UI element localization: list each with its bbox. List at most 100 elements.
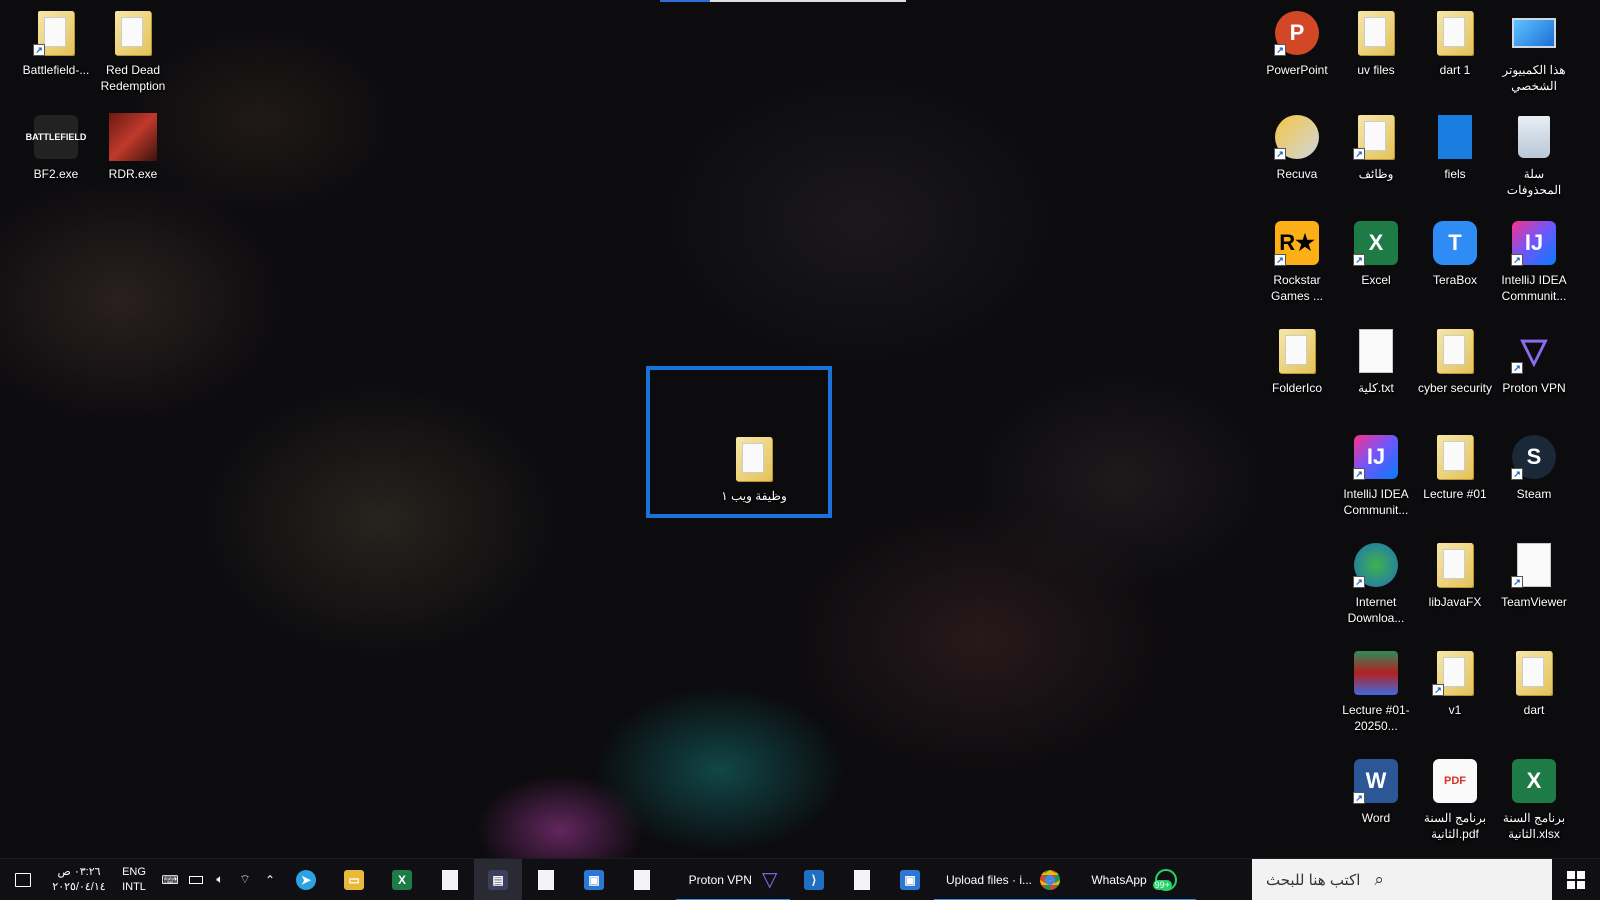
desktop-icon[interactable]: libJavaFX bbox=[1416, 540, 1494, 610]
desktop-icon[interactable]: fiels bbox=[1416, 112, 1494, 182]
desktop-icon[interactable]: Lecture #01 bbox=[1416, 432, 1494, 502]
desktop-icon[interactable]: ↗ Battlefield-... bbox=[17, 8, 95, 78]
taskbar-pinned-app[interactable] bbox=[522, 859, 570, 900]
taskbar-pinned-app[interactable]: ➤ bbox=[282, 859, 330, 900]
desktop-icon[interactable]: T TeraBox bbox=[1416, 218, 1494, 288]
language-indicator[interactable]: ENG INTL bbox=[112, 859, 156, 900]
taskbar-whatsapp-label: WhatsApp bbox=[1091, 872, 1147, 887]
desktop-icon[interactable]: BATTLEFIELD BF2.exe bbox=[17, 112, 95, 182]
desktop-icon[interactable]: Red Dead Redemption bbox=[94, 8, 172, 94]
desktop-icon[interactable]: X ↗ Excel bbox=[1337, 218, 1415, 288]
taskbar-pinned-app[interactable] bbox=[426, 859, 474, 900]
desktop-icon[interactable]: ↗ Recuva bbox=[1258, 112, 1336, 182]
desktop-icon[interactable]: dart bbox=[1495, 648, 1573, 718]
monitor-app-icon: ▤ bbox=[488, 869, 508, 890]
desktop-icon-label: v1 bbox=[1448, 703, 1462, 717]
battery-button[interactable] bbox=[184, 859, 208, 900]
search-placeholder: اكتب هنا للبحث bbox=[1266, 872, 1361, 889]
vscode-icon: ⟩ bbox=[804, 869, 824, 890]
taskbar-pinned-app[interactable] bbox=[838, 859, 886, 900]
touch-keyboard-button[interactable]: ⌨ bbox=[156, 859, 184, 900]
desktop-icon[interactable]: X برنامج السنة الثانية.xlsx bbox=[1495, 756, 1573, 842]
steam-icon: S ↗ bbox=[1509, 432, 1559, 482]
window-app-icon: ▣ bbox=[584, 869, 604, 890]
shortcut-arrow-icon: ↗ bbox=[1353, 792, 1365, 804]
folder-icon bbox=[1430, 540, 1480, 590]
taskbar-whatsapp[interactable]: WhatsApp 99+ bbox=[1072, 859, 1196, 900]
desktop-icon-label: IntelliJ IDEA Communit... bbox=[1501, 273, 1567, 303]
file-shortcut-icon: ↗ bbox=[1509, 540, 1559, 590]
desktop-icon-label: fiels bbox=[1444, 167, 1466, 181]
winrar-icon bbox=[1351, 648, 1401, 698]
desktop-icon-label: Battlefield-... bbox=[22, 63, 90, 77]
desktop-icon[interactable]: RDR.exe bbox=[94, 112, 172, 182]
edge-folder-icon: ↗ bbox=[1430, 648, 1480, 698]
taskbar-proton-vpn[interactable]: Proton VPN ▽ bbox=[676, 859, 790, 900]
desktop-icon[interactable]: R★ ↗ Rockstar Games ... bbox=[1258, 218, 1336, 304]
action-center-button[interactable] bbox=[0, 859, 46, 900]
taskbar-pinned-app[interactable] bbox=[618, 859, 666, 900]
desktop-icon[interactable]: W ↗ Word bbox=[1337, 756, 1415, 826]
desktop-icon[interactable]: Lecture #01-20250... bbox=[1337, 648, 1415, 734]
desktop-icon[interactable]: dart 1 bbox=[1416, 8, 1494, 78]
desktop-icon[interactable]: uv files bbox=[1337, 8, 1415, 78]
excel-file-icon: X bbox=[1509, 756, 1559, 806]
clock-date: ٢٠٢٥/٠٤/١٤ bbox=[52, 880, 106, 893]
taskbar-search-box[interactable]: ⌕ اكتب هنا للبحث bbox=[1252, 859, 1552, 900]
network-button[interactable]: ⌔ bbox=[232, 859, 258, 900]
intellij-icon: IJ ↗ bbox=[1509, 218, 1559, 268]
desktop-icon-selected-folder[interactable]: وظيفة ويب ١ bbox=[714, 434, 794, 504]
desktop-icon-label: TeraBox bbox=[1432, 273, 1478, 287]
desktop-icon[interactable]: S ↗ Steam bbox=[1495, 432, 1573, 502]
desktop-icon[interactable]: هذا الكمبيوتر الشخصي bbox=[1495, 8, 1573, 94]
shortcut-arrow-icon: ↗ bbox=[1274, 44, 1286, 56]
desktop-icon[interactable]: ↗ v1 bbox=[1416, 648, 1494, 718]
keyboard-layout: INTL bbox=[122, 880, 146, 893]
desktop-icon[interactable]: P ↗ PowerPoint bbox=[1258, 8, 1336, 78]
desktop-icon[interactable]: كلية.txt bbox=[1337, 326, 1415, 396]
shortcut-arrow-icon: ↗ bbox=[1511, 254, 1523, 266]
desktop-icon-label: dart 1 bbox=[1439, 63, 1471, 77]
windows-logo-icon bbox=[1567, 871, 1585, 889]
clock-time: ٠٣:٢٦ ص bbox=[57, 865, 101, 878]
show-hidden-icons-button[interactable]: ⌃ bbox=[258, 859, 282, 900]
desktop-icon-label: Lecture #01 bbox=[1423, 487, 1487, 501]
desktop-icon[interactable]: IJ ↗ IntelliJ IDEA Communit... bbox=[1337, 432, 1415, 518]
taskbar-pinned-app[interactable]: ▭ bbox=[330, 859, 378, 900]
start-button[interactable] bbox=[1552, 859, 1600, 900]
desktop-icon[interactable]: ↗ Internet Downloa... bbox=[1337, 540, 1415, 626]
desktop-icon[interactable]: PDF برنامج السنة الثانية.pdf bbox=[1416, 756, 1494, 842]
taskbar-pinned-app[interactable]: X bbox=[378, 859, 426, 900]
shortcut-arrow-icon: ↗ bbox=[1353, 254, 1365, 266]
blue-file-icon bbox=[1430, 112, 1480, 162]
taskbar-vscode[interactable]: ⟩ bbox=[790, 859, 838, 900]
desktop-icon-label: Lecture #01-20250... bbox=[1342, 703, 1410, 733]
idm-icon: ↗ bbox=[1351, 540, 1401, 590]
pdf-file-icon: PDF bbox=[1430, 756, 1480, 806]
taskbar-pinned-app[interactable]: ▣ bbox=[570, 859, 618, 900]
taskbar-pinned-app[interactable]: ▣ bbox=[886, 859, 934, 900]
desktop: وظيفة ويب ١ ↗ Battlefield-... Red Dead Red… bbox=[0, 0, 1600, 858]
desktop-icon[interactable]: FolderIco bbox=[1258, 326, 1336, 396]
desktop-icon[interactable]: سلة المحذوفات bbox=[1495, 112, 1573, 198]
taskbar-pinned-app[interactable]: ▤ bbox=[474, 858, 522, 900]
recuva-icon: ↗ bbox=[1272, 112, 1322, 162]
clock[interactable]: ٠٣:٢٦ ص ٢٠٢٥/٠٤/١٤ bbox=[46, 859, 112, 900]
desktop-icon-label: uv files bbox=[1357, 63, 1395, 77]
volume-button[interactable]: 🔈︎ bbox=[208, 859, 232, 900]
desktop-icon[interactable]: cyber security bbox=[1416, 326, 1494, 396]
excel-taskbar-icon: X bbox=[392, 869, 412, 890]
desktop-icon[interactable]: IJ ↗ IntelliJ IDEA Communit... bbox=[1495, 218, 1573, 304]
desktop-icon[interactable]: ▽ ↗ Proton VPN bbox=[1495, 326, 1573, 396]
folder-shortcut-icon: ↗ bbox=[31, 8, 81, 58]
proton-vpn-icon: ▽ ↗ bbox=[1509, 326, 1559, 376]
taskbar-chrome-upload[interactable]: Upload files · i... bbox=[934, 859, 1072, 900]
desktop-icon-label: dart bbox=[1523, 703, 1545, 717]
folder-icon bbox=[1509, 648, 1559, 698]
taskbar-chrome-label: Upload files · i... bbox=[945, 872, 1033, 887]
taskbar: ٠٣:٢٦ ص ٢٠٢٥/٠٤/١٤ ENG INTL ⌨ 🔈︎ ⌔ ⌃ ➤ ▭ X… bbox=[0, 858, 1600, 900]
desktop-icon-label: libJavaFX bbox=[1428, 595, 1482, 609]
desktop-icon[interactable]: ↗ TeamViewer bbox=[1495, 540, 1573, 610]
desktop-icon[interactable]: ↗ وظائف bbox=[1337, 112, 1415, 182]
shortcut-arrow-icon: ↗ bbox=[1511, 468, 1523, 480]
